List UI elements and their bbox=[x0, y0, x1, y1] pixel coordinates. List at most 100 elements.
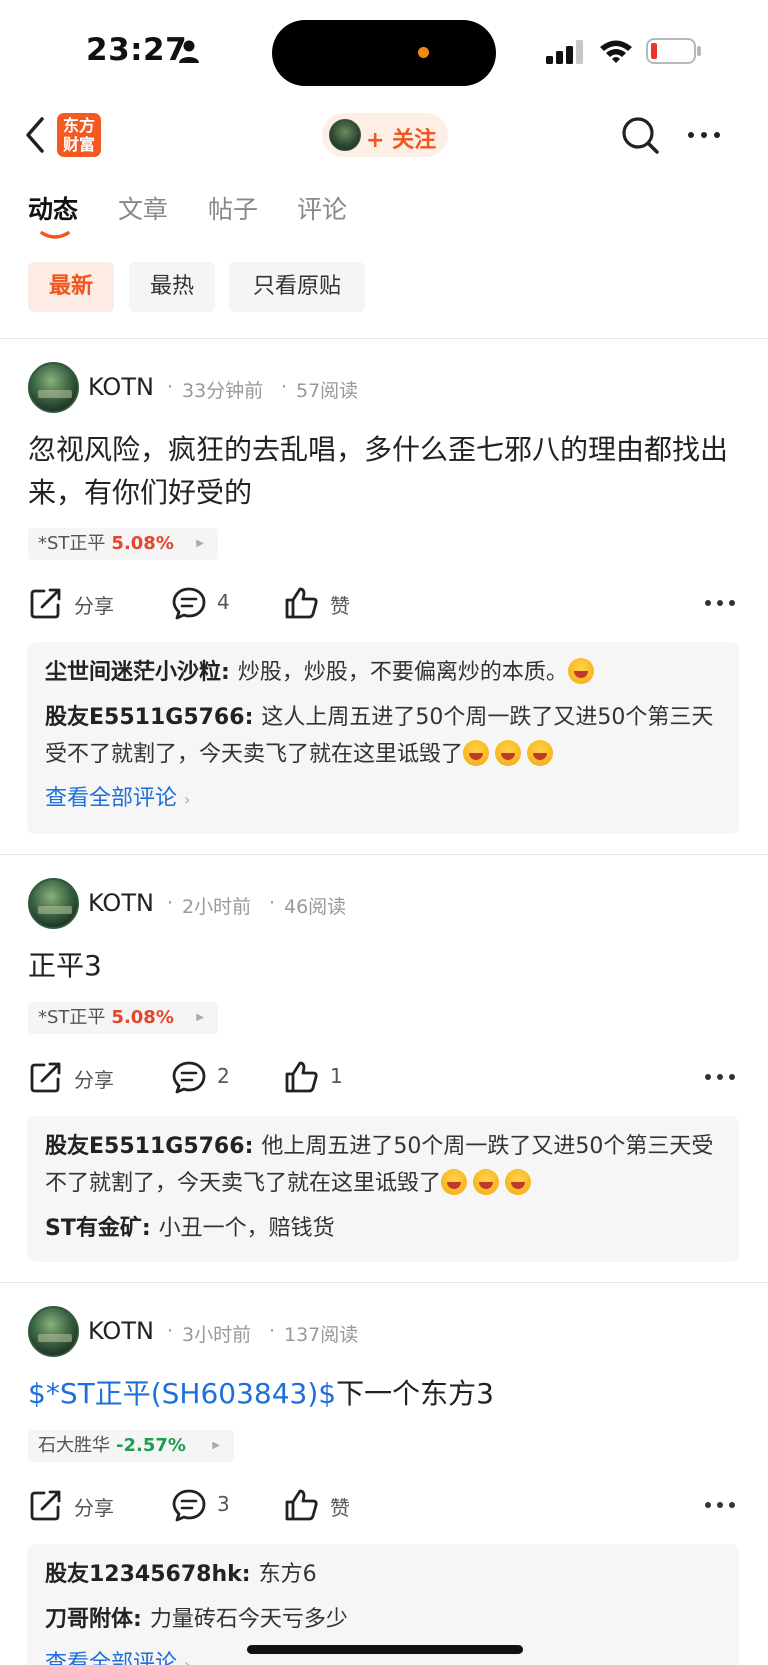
stock-name: *ST正平 bbox=[38, 533, 106, 554]
laughing-emoji-icon bbox=[527, 740, 554, 766]
meta-separator: · bbox=[269, 1320, 276, 1342]
more-options-icon[interactable] bbox=[704, 1500, 736, 1510]
commenter-name[interactable]: 股友E5511G5766 bbox=[45, 1134, 245, 1159]
like-label[interactable]: 赞 bbox=[330, 590, 350, 619]
stock-name: 石大胜华 bbox=[38, 1435, 110, 1456]
laughing-emoji-icon bbox=[495, 740, 522, 766]
comment-count[interactable]: 3 bbox=[217, 1492, 230, 1516]
tab-articles[interactable]: 文章 bbox=[118, 190, 168, 226]
comment-text: 东方6 bbox=[258, 1562, 317, 1587]
filter-original-only[interactable]: 只看原贴 bbox=[229, 262, 365, 312]
eastmoney-logo: 东方 财富 bbox=[57, 113, 101, 157]
profile-tabs: 动态 文章 帖子 评论 bbox=[0, 190, 768, 240]
filter-chips: 最新 最热 只看原贴 bbox=[0, 262, 768, 312]
like-icon[interactable] bbox=[284, 1060, 320, 1094]
post-text[interactable]: $*ST正平(SH603843)$下一个东方3 bbox=[28, 1372, 740, 1415]
tab-comments[interactable]: 评论 bbox=[297, 190, 347, 226]
commenter-name[interactable]: 股友E5511G5766 bbox=[45, 705, 245, 730]
laughing-emoji-icon bbox=[441, 1169, 468, 1195]
avatar[interactable] bbox=[28, 878, 79, 929]
status-time: 23:27 bbox=[86, 32, 188, 68]
laughing-emoji-icon bbox=[473, 1169, 500, 1195]
tab-dynamics[interactable]: 动态 bbox=[28, 190, 78, 226]
author-name[interactable]: KOTN bbox=[88, 889, 154, 917]
stock-name: *ST正平 bbox=[38, 1007, 106, 1028]
comment-count[interactable]: 4 bbox=[217, 590, 230, 614]
more-options-icon[interactable] bbox=[704, 1072, 736, 1082]
chevron-right-icon: ▶ bbox=[212, 1440, 220, 1451]
comment-count[interactable]: 2 bbox=[217, 1064, 230, 1088]
person-icon bbox=[179, 40, 199, 63]
filter-hottest[interactable]: 最热 bbox=[129, 262, 215, 312]
read-count: 137阅读 bbox=[284, 1324, 359, 1346]
post-card[interactable]: KOTN · 33分钟前 · 57阅读 忽视风险，疯狂的去乱唱，多什么歪七邪八的… bbox=[0, 338, 768, 854]
comment-item[interactable]: 尘世间迷茫小沙粒: 炒股，炒股，不要偏离炒的本质。 bbox=[45, 654, 721, 691]
search-icon[interactable] bbox=[620, 115, 660, 155]
comment-preview[interactable]: 股友E5511G5766: 他上周五进了50个周一跌了又进50个第三天受不了就割了… bbox=[27, 1116, 739, 1262]
share-icon[interactable] bbox=[28, 586, 64, 620]
commenter-name[interactable]: ST有金矿 bbox=[45, 1216, 142, 1241]
post-card[interactable]: KOTN · 2小时前 · 46阅读 正平3 *ST正平 5.08% ▶ 分享 2… bbox=[0, 854, 768, 1282]
chevron-right-icon: › bbox=[184, 790, 191, 809]
home-indicator bbox=[247, 1645, 523, 1654]
more-options-icon[interactable] bbox=[704, 598, 736, 608]
status-bar: 23:27 bbox=[0, 0, 768, 100]
post-text[interactable]: 忽视风险，疯狂的去乱唱，多什么歪七邪八的理由都找出来，有你们好受的 bbox=[28, 428, 740, 514]
post-text[interactable]: 正平3 bbox=[28, 944, 740, 987]
stock-mention-link[interactable]: $*ST正平(SH603843)$ bbox=[28, 1377, 336, 1410]
post-time: 3小时前 bbox=[182, 1324, 252, 1346]
follow-button[interactable]: + 关注 bbox=[322, 113, 448, 157]
comment-preview[interactable]: 尘世间迷茫小沙粒: 炒股，炒股，不要偏离炒的本质。 股友E5511G5766: 这人… bbox=[27, 642, 739, 834]
commenter-name[interactable]: 刀哥附体 bbox=[45, 1607, 133, 1632]
avatar[interactable] bbox=[28, 1306, 79, 1357]
avatar[interactable] bbox=[28, 362, 79, 413]
meta-separator: · bbox=[269, 892, 276, 914]
like-icon[interactable] bbox=[284, 586, 320, 620]
comment-item[interactable]: 刀哥附体: 力量砖石今天亏多少 bbox=[45, 1601, 721, 1638]
comment-item[interactable]: ST有金矿: 小丑一个，赔钱货 bbox=[45, 1210, 721, 1247]
share-label[interactable]: 分享 bbox=[74, 1492, 114, 1521]
comment-text: 力量砖石今天亏多少 bbox=[149, 1607, 348, 1632]
commenter-name[interactable]: 尘世间迷茫小沙粒 bbox=[45, 660, 221, 685]
like-count[interactable]: 1 bbox=[330, 1064, 343, 1088]
share-icon[interactable] bbox=[28, 1488, 64, 1522]
stock-tag[interactable]: *ST正平 5.08% ▶ bbox=[28, 528, 218, 560]
comment-icon[interactable] bbox=[171, 1488, 207, 1522]
cellular-signal-icon bbox=[546, 40, 583, 64]
stock-tag[interactable]: *ST正平 5.08% ▶ bbox=[28, 1002, 218, 1034]
stock-change: -2.57% bbox=[116, 1435, 186, 1456]
comment-item[interactable]: 股友12345678hk: 东方6 bbox=[45, 1556, 721, 1593]
commenter-name[interactable]: 股友12345678hk bbox=[45, 1562, 242, 1587]
comment-icon[interactable] bbox=[171, 1060, 207, 1094]
like-label[interactable]: 赞 bbox=[330, 1492, 350, 1521]
tab-posts[interactable]: 帖子 bbox=[208, 190, 258, 226]
comment-item[interactable]: 股友E5511G5766: 这人上周五进了50个周一跌了又进50个第三天受不了就割… bbox=[45, 699, 721, 773]
post-card[interactable]: KOTN · 3小时前 · 137阅读 $*ST正平(SH603843)$下一个… bbox=[0, 1282, 768, 1665]
stock-tag[interactable]: 石大胜华 -2.57% ▶ bbox=[28, 1430, 234, 1462]
post-actions: 分享 4 赞 bbox=[0, 584, 768, 624]
stock-change: 5.08% bbox=[111, 533, 174, 554]
comment-item[interactable]: 股友E5511G5766: 他上周五进了50个周一跌了又进50个第三天受不了就割了… bbox=[45, 1128, 721, 1202]
laughing-emoji-icon bbox=[505, 1169, 532, 1195]
stock-change: 5.08% bbox=[111, 1007, 174, 1028]
back-arrow-icon[interactable] bbox=[22, 115, 48, 155]
author-name[interactable]: KOTN bbox=[88, 373, 154, 401]
wifi-icon bbox=[600, 40, 632, 63]
share-label[interactable]: 分享 bbox=[74, 1064, 114, 1093]
share-icon[interactable] bbox=[28, 1060, 64, 1094]
like-icon[interactable] bbox=[284, 1488, 320, 1522]
comment-icon[interactable] bbox=[171, 586, 207, 620]
laughing-emoji-icon bbox=[567, 658, 594, 684]
more-options-icon[interactable] bbox=[686, 121, 722, 149]
post-time: 2小时前 bbox=[182, 896, 252, 918]
laughing-emoji-icon bbox=[463, 740, 490, 766]
comment-text: 小丑一个，赔钱货 bbox=[158, 1216, 335, 1241]
follow-label: + 关注 bbox=[366, 128, 437, 153]
post-actions: 分享 3 赞 bbox=[0, 1486, 768, 1526]
filter-latest[interactable]: 最新 bbox=[28, 262, 114, 312]
author-name[interactable]: KOTN bbox=[88, 1317, 154, 1345]
read-count: 46阅读 bbox=[284, 896, 347, 918]
share-label[interactable]: 分享 bbox=[74, 590, 114, 619]
chevron-right-icon: ▶ bbox=[196, 1012, 204, 1023]
view-all-comments-link[interactable]: 查看全部评论 › bbox=[45, 781, 721, 818]
